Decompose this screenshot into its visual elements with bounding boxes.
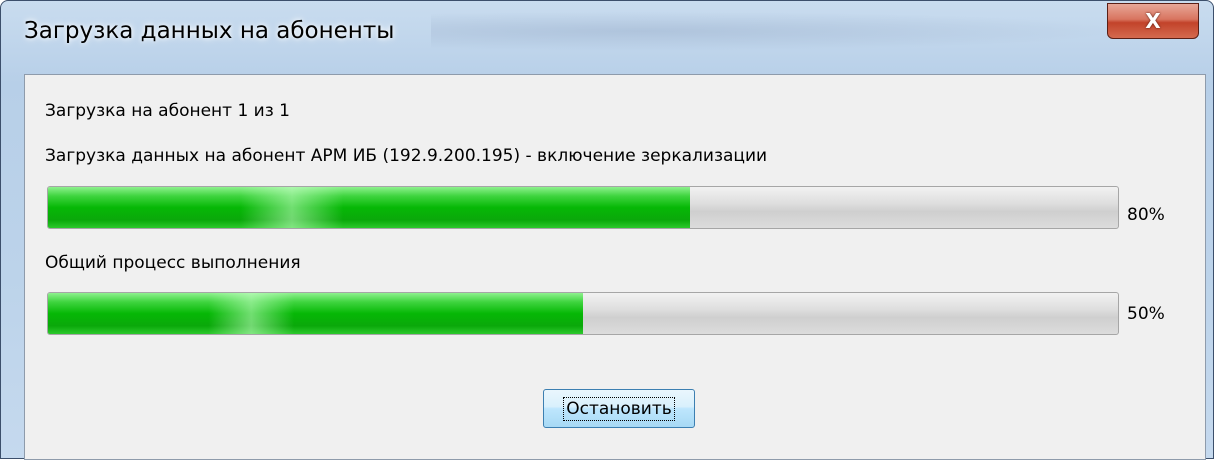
overall-progress-label: Общий процесс выполнения	[45, 253, 301, 273]
operation-status-label: Загрузка данных на абонент АРМ ИБ (192.9…	[45, 146, 768, 166]
subscriber-counter-label: Загрузка на абонент 1 из 1	[45, 101, 290, 121]
close-button[interactable]: X	[1107, 3, 1199, 39]
window-title: Загрузка данных на абоненты	[24, 18, 395, 44]
overall-progress-percent: 50%	[1127, 304, 1165, 324]
overall-progress-bar	[47, 292, 1119, 335]
dialog-content: Загрузка на абонент 1 из 1 Загрузка данн…	[24, 74, 1206, 460]
stop-button[interactable]: Остановить	[543, 389, 695, 428]
title-bar-background	[431, 11, 1131, 51]
title-bar[interactable]: Загрузка данных на абоненты X	[1, 1, 1213, 63]
stop-button-label: Остановить	[563, 396, 675, 421]
dialog-window: Загрузка данных на абоненты X Загрузка н…	[0, 0, 1214, 460]
current-progress-fill	[48, 187, 690, 228]
current-progress-percent: 80%	[1127, 205, 1165, 225]
close-icon: X	[1145, 9, 1161, 33]
overall-progress-fill	[48, 293, 583, 334]
current-progress-bar	[47, 186, 1119, 229]
